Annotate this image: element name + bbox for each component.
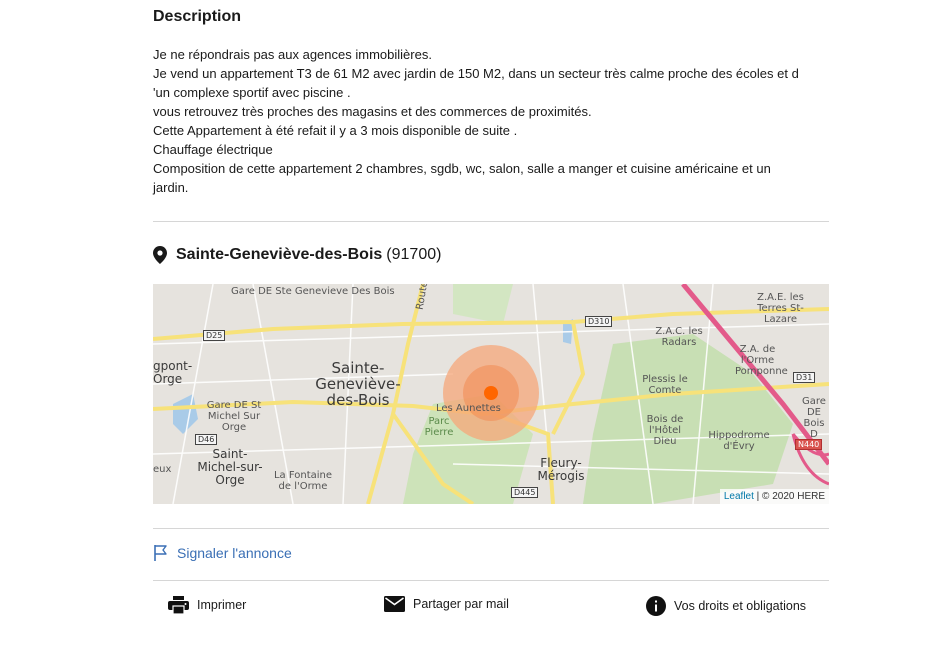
location-city: Sainte-Geneviève-des-Bois	[176, 246, 383, 263]
attribution-text: | © 2020 HERE	[753, 491, 825, 502]
mail-icon	[384, 596, 405, 612]
description-line: Cette Appartement à été refait il y a 3 …	[153, 123, 518, 138]
description-line: 'un complexe sportif avec piscine .	[153, 85, 351, 100]
printer-icon	[168, 596, 189, 614]
map-label: Gare DE Ste Genevieve Des Bois	[231, 286, 395, 297]
map-label: Z.A.C. les Radars	[655, 326, 703, 348]
description-title: Description	[153, 8, 242, 25]
share-mail-button[interactable]: Partager par mail	[384, 596, 509, 612]
road-badge: D46	[195, 434, 218, 445]
map-label: Bois de l'Hôtel Dieu	[646, 414, 684, 447]
map-label: Plessis le Comte	[642, 374, 688, 396]
flag-icon	[153, 544, 169, 562]
map-label: Fleury-Mérogis	[537, 456, 585, 483]
location-heading: Sainte-Geneviève-des-Bois (91700)	[153, 246, 441, 264]
road-badge: D445	[511, 487, 539, 498]
map-label: Gare DE Bois D	[802, 396, 826, 440]
description-line: Je ne répondrais pas aux agences immobil…	[153, 47, 432, 62]
print-button[interactable]: Imprimer	[168, 596, 246, 614]
info-icon	[646, 596, 666, 616]
description-line: jardin.	[153, 180, 189, 195]
map-label: La Fontaine de l'Orme	[273, 470, 333, 492]
map-pin-icon	[153, 246, 167, 264]
map-label: Z.A.E. les Terres St-Lazare	[757, 292, 804, 325]
location-zip: (91700)	[386, 246, 442, 263]
divider	[153, 580, 829, 581]
divider	[153, 221, 829, 222]
road-badge: D310	[585, 316, 613, 327]
map-label: Gare DE St Michel Sur Orge	[206, 400, 262, 433]
location-map[interactable]: Gare DE Ste Genevieve Des Bois Route Sai…	[153, 284, 829, 504]
report-ad-label: Signaler l'annonce	[177, 545, 292, 561]
description-line: Composition de cette appartement 2 chamb…	[153, 161, 771, 176]
map-label: Z.A. de l'Orme Pomponne	[735, 344, 788, 377]
map-label: Les Aunettes	[436, 403, 501, 414]
map-label: Saint-Michel-sur-Orge	[197, 447, 263, 487]
rights-obligations-label: Vos droits et obligations	[674, 599, 807, 613]
map-label: Hippodrome d'Évry	[708, 430, 770, 452]
description-line: Je vend un appartement T3 de 61 M2 avec …	[153, 66, 799, 81]
divider	[153, 528, 829, 529]
map-label: Parc Pierre	[424, 416, 454, 438]
map-label: gpont-Orge	[153, 359, 193, 386]
description-line: vous retrouvez très proches des magasins…	[153, 104, 592, 119]
description-line: Chauffage électrique	[153, 142, 273, 157]
road-badge: D31	[793, 372, 816, 383]
actions-bar: Imprimer Partager par mail Vos droits et…	[0, 596, 945, 620]
map-label: Sainte-Geneviève-des-Bois	[315, 359, 401, 409]
map-attribution: Leaflet | © 2020 HERE	[719, 489, 829, 504]
share-mail-label: Partager par mail	[413, 597, 509, 611]
description-text: Je ne répondrais pas aux agences immobil…	[153, 45, 829, 197]
leaflet-link[interactable]: Leaflet	[724, 491, 754, 502]
print-label: Imprimer	[197, 598, 247, 612]
rights-obligations-link[interactable]: Vos droits et obligations	[646, 596, 806, 616]
road-badge: D25	[203, 330, 226, 341]
map-label: eux	[153, 464, 172, 475]
report-ad-link[interactable]: Signaler l'annonce	[153, 544, 292, 562]
road-badge: N440	[795, 439, 823, 450]
